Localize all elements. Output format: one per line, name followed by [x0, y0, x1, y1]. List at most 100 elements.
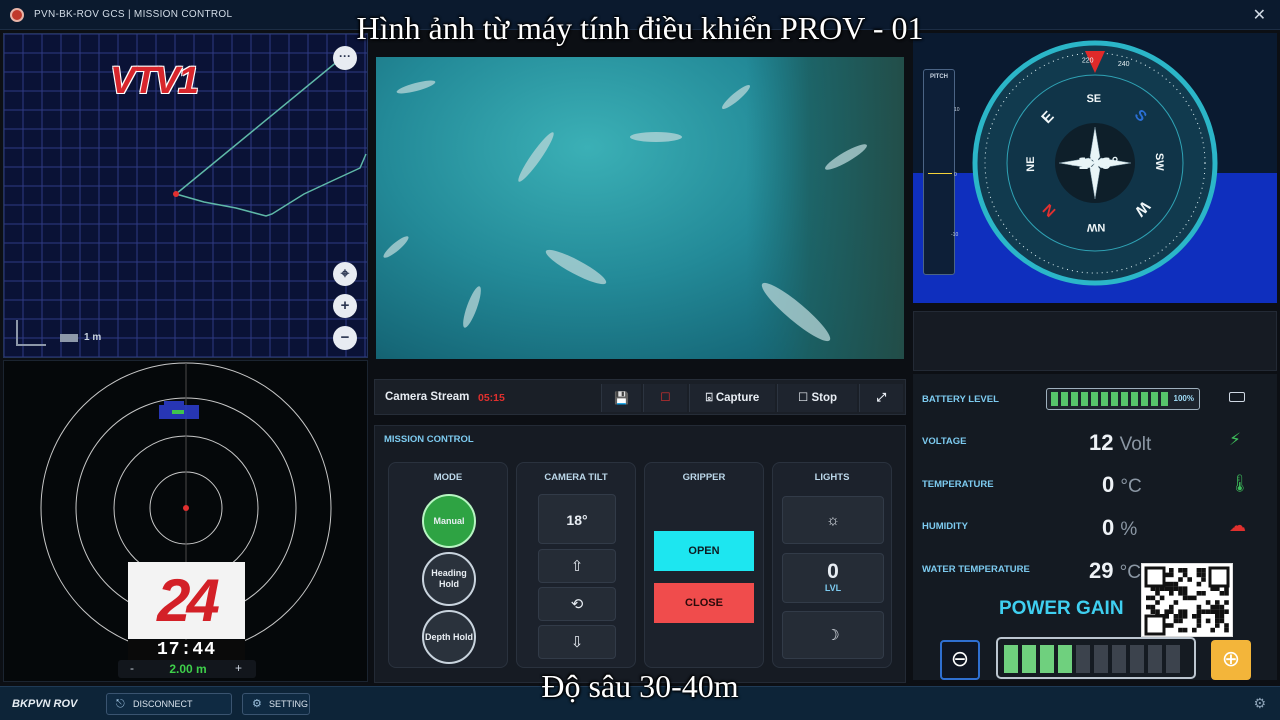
minus-circle-icon: ⊖: [950, 646, 970, 671]
camera-feed: [376, 57, 904, 359]
mode-manual-button[interactable]: Manual: [422, 494, 476, 548]
record-icon: ☐: [660, 392, 671, 404]
power-gain-bar: [996, 637, 1196, 679]
axes-icon: [16, 320, 46, 346]
lights-dimmer-button[interactable]: ☽: [782, 611, 884, 659]
channel-24-logo: 24: [128, 562, 245, 639]
channel-clock: 17:44: [128, 640, 245, 662]
battery-cell: [1051, 392, 1058, 406]
battery-cell: [1101, 392, 1108, 406]
range-value: 2.00 m: [169, 662, 207, 676]
zoom-out-button[interactable]: −: [333, 326, 357, 350]
water-temperature-label: WATER TEMPERATURE: [922, 564, 1030, 575]
zoom-in-button[interactable]: +: [333, 294, 357, 318]
gripper-close-button[interactable]: CLOSE: [654, 583, 754, 623]
power-gain-increase-button[interactable]: ⊕: [1211, 640, 1251, 680]
compass-label: SW: [1153, 153, 1165, 172]
compass-label: SE: [1086, 93, 1101, 105]
power-gain-decrease-button[interactable]: ⊖: [940, 640, 980, 680]
window-title: PVN-BK-ROV GCS | MISSION CONTROL: [34, 9, 233, 20]
range-increase-button[interactable]: +: [235, 661, 242, 675]
tilt-down-button[interactable]: ⇩: [538, 625, 616, 659]
power-gain-cell: [1130, 645, 1144, 673]
battery-label: BATTERY LEVEL: [922, 394, 999, 405]
power-gain-cell: [1094, 645, 1108, 673]
mode-heading-hold-button[interactable]: Heading Hold: [422, 552, 476, 606]
lights-title: LIGHTS: [814, 472, 850, 483]
rov-track: [175, 55, 345, 195]
tilt-up-button[interactable]: ⇧: [538, 549, 616, 583]
expand-icon: ⤢: [876, 392, 887, 404]
lights-brighter-button[interactable]: ☼: [782, 496, 884, 544]
power-gain-cell: [1022, 645, 1036, 673]
pitch-tick-bottom: -10: [951, 232, 959, 238]
power-gain-cell: [1076, 645, 1090, 673]
fullscreen-button[interactable]: ⤢: [859, 384, 903, 412]
tilt-reset-button[interactable]: ⟲: [538, 587, 616, 621]
power-gain-cell: [1166, 645, 1180, 673]
navigation-panel: N NE E SE S SW W NW 220 240 PITCH 10 0 -10 -136°: [913, 33, 1277, 303]
camera-stream-label: Camera Stream: [385, 391, 470, 403]
battery-cell: [1121, 392, 1128, 406]
camera-tilt-group: CAMERA TILT 18° ⇧ ⟲ ⇩: [516, 462, 636, 668]
app-logo-icon: [10, 8, 24, 22]
sonar-center: [183, 505, 189, 511]
arrow-down-icon: ⇩: [570, 634, 584, 651]
battery-cell: [1131, 392, 1138, 406]
mission-control-panel: MISSION CONTROL MODE Manual Heading Hold…: [374, 425, 906, 683]
sonar-range-control: - 2.00 m +: [118, 660, 256, 678]
stop-button[interactable]: ☐ Stop: [777, 384, 857, 412]
battery-icon: [1229, 392, 1245, 402]
camera-toolbar: Camera Stream 05:15 💾 ☐ ⌻ Capture ☐ Stop…: [374, 379, 906, 415]
mode-title: MODE: [433, 472, 463, 483]
compass-label: NE: [1025, 156, 1037, 171]
voltage-value: 12 Volt: [1089, 430, 1152, 455]
compass-degree-label: 240: [1118, 61, 1130, 68]
save-button[interactable]: 💾: [601, 384, 641, 412]
scale-label: 1 m: [84, 332, 102, 343]
window-close-button[interactable]: ✕: [1253, 5, 1266, 25]
setting-button[interactable]: ⚙ SETTING: [242, 693, 310, 715]
lightning-icon: ⚡: [1229, 430, 1241, 449]
camera-icon: ⌻: [705, 392, 713, 404]
pitch-level-line: [928, 173, 952, 174]
battery-cell: [1091, 392, 1098, 406]
bottom-bar: BKPVN ROV ⎋DISCONNECT SYSTEM ⚙SETTING ⚙: [0, 686, 1280, 720]
power-gain-cell: [1040, 645, 1054, 673]
battery-cell: [1151, 392, 1158, 406]
lights-level-unit: LVL: [824, 583, 842, 593]
battery-percent: 100%: [1173, 394, 1194, 403]
record-timer: 05:15: [478, 392, 505, 404]
map-locate-button[interactable]: ⌖: [333, 262, 357, 286]
gear-icon: ⚙: [252, 698, 262, 710]
lights-group: LIGHTS ☼ 0 LVL ☽: [772, 462, 892, 668]
capture-button[interactable]: ⌻ Capture: [689, 384, 775, 412]
range-decrease-button[interactable]: -: [130, 661, 134, 675]
gripper-group: GRIPPER OPEN CLOSE: [644, 462, 764, 668]
record-button[interactable]: ☐: [643, 384, 687, 412]
humidity-label: HUMIDITY: [922, 521, 968, 532]
power-gain-cell: [1112, 645, 1126, 673]
map-more-button[interactable]: ···: [333, 46, 357, 70]
compass-degree-label: 220: [1082, 57, 1094, 64]
pitch-label: PITCH: [930, 74, 948, 80]
reset-icon: ⟲: [570, 596, 584, 613]
power-gain-title: POWER GAIN: [999, 598, 1124, 619]
telemetry-blank-panel: [913, 311, 1277, 371]
camera-tilt-value: 18°: [538, 494, 616, 544]
voltage-label: VOLTAGE: [922, 436, 967, 447]
compass-label: NW: [1086, 221, 1105, 233]
gripper-open-button[interactable]: OPEN: [654, 531, 754, 571]
mode-depth-hold-button[interactable]: Depth Hold: [422, 610, 476, 664]
temperature-label: TEMPERATURE: [922, 479, 994, 490]
vtv-logo: VTV1: [110, 60, 199, 102]
settings-gear-icon[interactable]: ⚙: [1253, 695, 1266, 712]
power-gain-cell: [1004, 645, 1018, 673]
disconnect-system-button[interactable]: ⎋DISCONNECT SYSTEM: [106, 693, 232, 720]
thermometer-icon: 🌡: [1229, 474, 1251, 493]
pitch-tick-top: 10: [954, 107, 960, 113]
rov-track-history: [175, 153, 367, 217]
camera-tilt-title: CAMERA TILT: [544, 472, 608, 483]
map-panel[interactable]: VTV1 ··· ⌖ + − 1 m: [3, 33, 368, 358]
stop-icon: ☐: [797, 392, 809, 404]
